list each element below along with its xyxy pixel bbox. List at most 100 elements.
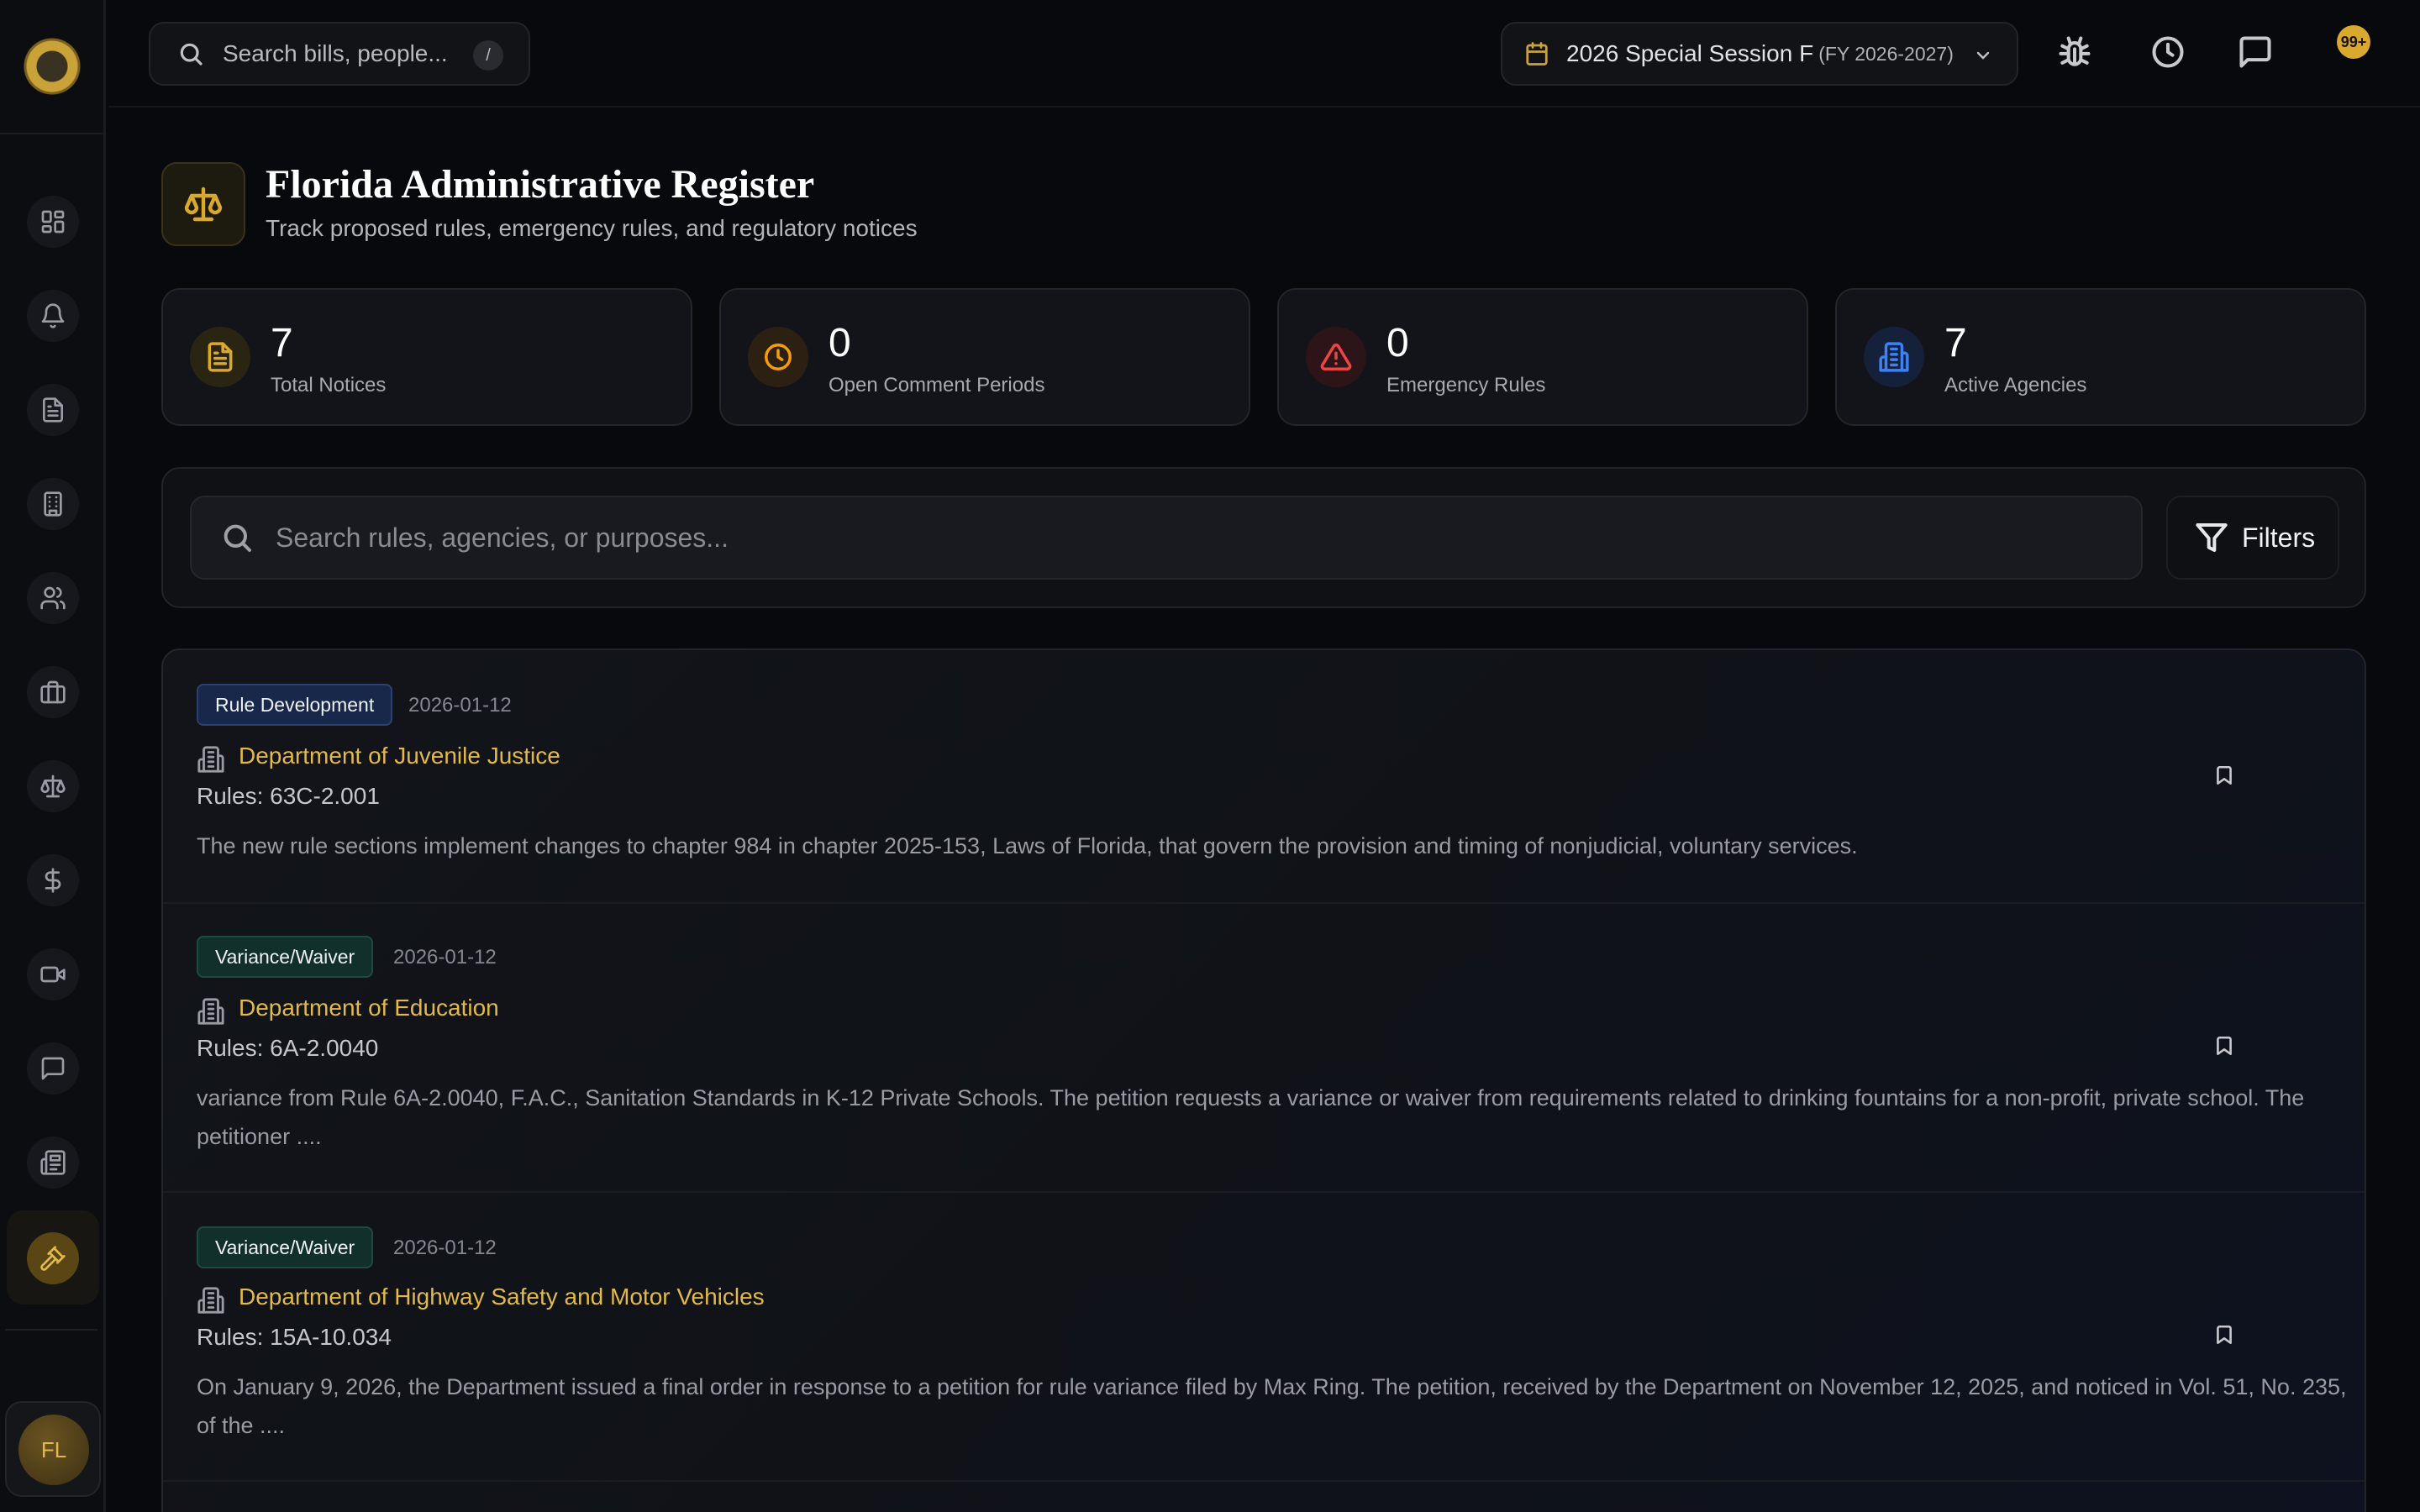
stat-card-active-agencies: 7 Active Agencies [1835, 288, 2366, 426]
notice-rules: Rules: 15A-10.034 [197, 1324, 392, 1350]
notice-description: On January 9, 2026, the Department issue… [197, 1374, 2347, 1438]
sidebar-item-news[interactable] [27, 1137, 79, 1189]
notice-description: The new rule sections implement changes … [197, 833, 1858, 858]
building-icon [197, 997, 225, 1026]
users-icon [40, 586, 66, 610]
clock-icon [2152, 36, 2184, 68]
stat-card-total-notices: 7 Total Notices [161, 288, 692, 426]
sidebar-item-budget[interactable] [27, 854, 79, 906]
sidebar-item-buildings[interactable] [27, 478, 79, 530]
sidebar-divider [5, 1329, 97, 1331]
page-title: Florida Administrative Register [266, 162, 815, 207]
notice-agency-link[interactable]: Department of Juvenile Justice [239, 743, 560, 769]
dashboard-icon [41, 210, 65, 234]
notification-count-badge: 99+ [2337, 25, 2370, 59]
list-item[interactable]: Variance/Waiver 2026-01-12 Department of… [163, 904, 2365, 1193]
chat-icon [2239, 36, 2271, 68]
messages-button[interactable] [2237, 34, 2274, 71]
stat-label: Total Notices [271, 374, 387, 396]
bookmark-icon [2217, 765, 2232, 785]
notice-description: variance from Rule 6A-2.0040, F.A.C., Sa… [197, 1085, 2305, 1149]
dollar-icon [45, 868, 61, 893]
sidebar-item-alerts[interactable] [27, 290, 79, 342]
document-icon [43, 397, 63, 423]
session-label: 2026 Special Session F [1566, 40, 1814, 66]
building-icon [44, 491, 62, 517]
stat-card-open-comment-periods: 0 Open Comment Periods [719, 288, 1250, 426]
sidebar: FL [0, 0, 106, 1512]
bookmark-button[interactable] [2213, 1324, 2235, 1346]
file-text-icon [208, 342, 233, 372]
stat-value: 0 [829, 321, 851, 365]
building-icon [1879, 342, 1909, 372]
stat-value: 0 [1386, 321, 1409, 365]
topbar: Search bills, people... / 2026 Special S… [108, 0, 2420, 108]
stat-icon-wrap [748, 327, 808, 387]
gavel-icon [40, 1246, 66, 1271]
rules-search-input[interactable]: Search rules, agencies, or purposes... [190, 496, 2143, 580]
stat-card-emergency-rules: 0 Emergency Rules [1277, 288, 1808, 426]
stat-icon-wrap [1306, 327, 1366, 387]
notice-type-badge: Variance/Waiver [197, 936, 374, 978]
building-icon [197, 745, 225, 774]
stat-value: 7 [271, 321, 293, 365]
list-item[interactable]: Rule Development 2026-01-12 Department o… [163, 650, 2365, 904]
newspaper-icon [40, 1150, 66, 1175]
sidebar-item-lobbyists[interactable] [27, 666, 79, 718]
notice-date: 2026-01-12 [393, 1236, 497, 1259]
notice-rules: Rules: 6A-2.0040 [197, 1035, 379, 1061]
sidebar-item-people[interactable] [27, 572, 79, 624]
briefcase-icon [40, 680, 66, 704]
chevron-down-icon [1976, 51, 1990, 60]
notice-rules: Rules: 63C-2.001 [197, 783, 380, 809]
notice-type-badge: Rule Development [197, 684, 393, 726]
filters-label: Filters [2242, 522, 2316, 553]
sidebar-item-video[interactable] [27, 948, 79, 1000]
rules-search-placeholder: Search rules, agencies, or purposes... [276, 522, 729, 553]
building-icon [197, 1286, 225, 1315]
notices-list: Rule Development 2026-01-12 Department o… [161, 648, 2366, 1512]
sidebar-item-dashboard[interactable] [27, 196, 79, 248]
sidebar-logo-area [0, 0, 103, 134]
session-selector[interactable]: 2026 Special Session F (FY 2026-2027) [1501, 22, 2018, 86]
filters-button[interactable]: Filters [2166, 496, 2339, 580]
notice-agency-link[interactable]: Department of Education [239, 995, 499, 1021]
scale-icon [184, 186, 223, 222]
notice-agency-link[interactable]: Department of Highway Safety and Motor V… [239, 1284, 765, 1310]
sidebar-item-bills[interactable] [27, 384, 79, 436]
stat-icon-wrap [1864, 327, 1924, 387]
session-fiscal-year: (FY 2026-2027) [1818, 42, 1954, 65]
bookmark-button[interactable] [2213, 764, 2235, 786]
list-item[interactable]: Variance/Waiver 2026-01-12 Department of… [163, 1193, 2365, 1482]
notice-date: 2026-01-12 [408, 694, 512, 717]
bug-icon [2059, 36, 2091, 66]
bookmark-button[interactable] [2213, 1035, 2235, 1057]
global-search-placeholder: Search bills, people... [223, 40, 448, 66]
sidebar-item-admin-register[interactable] [27, 1232, 79, 1284]
bell-icon [41, 303, 65, 328]
bug-report-button[interactable] [2056, 34, 2093, 71]
sidebar-item-messages[interactable] [27, 1042, 79, 1095]
search-panel: Search rules, agencies, or purposes... F… [161, 467, 2366, 608]
history-button[interactable] [2149, 34, 2186, 71]
stat-label: Emergency Rules [1386, 374, 1546, 396]
alert-triangle-icon [1320, 343, 1352, 370]
calendar-icon [1526, 42, 1548, 66]
video-icon [40, 966, 66, 983]
bookmark-icon [2217, 1325, 2232, 1345]
page-header-icon [161, 162, 245, 246]
stat-value: 7 [1944, 321, 1967, 365]
app-root: FL Search bills, people... / 2026 Specia… [0, 0, 2420, 1512]
search-icon [180, 43, 203, 66]
app-logo-icon[interactable] [19, 34, 84, 98]
clock-icon [765, 344, 792, 370]
search-shortcut-hint: / [473, 40, 503, 71]
notice-date: 2026-01-12 [393, 946, 497, 969]
sidebar-item-laws[interactable] [27, 760, 79, 812]
global-search-input[interactable]: Search bills, people... / [149, 22, 530, 86]
stat-label: Active Agencies [1944, 374, 2087, 396]
filter-icon [2196, 523, 2228, 552]
avatar[interactable]: FL [18, 1415, 89, 1485]
notice-type-badge: Variance/Waiver [197, 1226, 374, 1268]
scale-icon [40, 774, 66, 798]
